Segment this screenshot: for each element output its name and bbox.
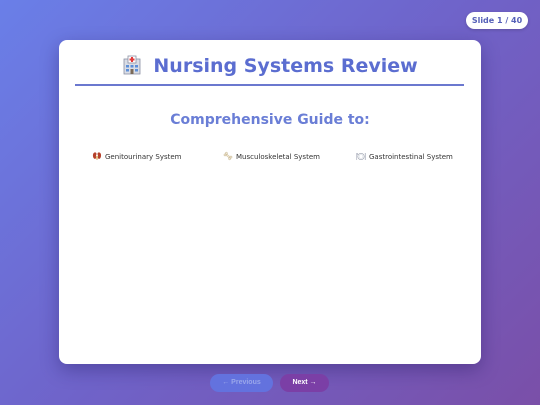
title-divider	[75, 84, 464, 86]
slide-title: Nursing Systems Review	[153, 55, 418, 77]
plate-icon	[356, 151, 366, 161]
topic-item-genitourinary: Genitourinary System	[92, 151, 181, 163]
slide-subtitle: Comprehensive Guide to:	[170, 112, 370, 128]
topic-item-musculoskeletal: Musculoskeletal System	[223, 151, 320, 163]
topic-list: Genitourinary System Musculoskeletal Sys…	[59, 151, 481, 163]
previous-button[interactable]: ← Previous	[210, 374, 273, 392]
topic-item-gastrointestinal: Gastrointestinal System	[356, 151, 453, 163]
topic-label: Musculoskeletal System	[236, 153, 320, 161]
next-button[interactable]: Next →	[280, 374, 329, 392]
topic-label: Gastrointestinal System	[369, 153, 453, 161]
kidney-icon	[92, 151, 102, 161]
slide-counter: Slide 1 / 40	[466, 12, 528, 29]
slide-title-row: Nursing Systems Review	[59, 55, 481, 83]
slide-card: Nursing Systems Review Comprehensive Gui…	[59, 40, 481, 364]
topic-label: Genitourinary System	[105, 153, 182, 161]
hospital-icon	[122, 55, 142, 75]
bone-icon	[223, 151, 233, 161]
